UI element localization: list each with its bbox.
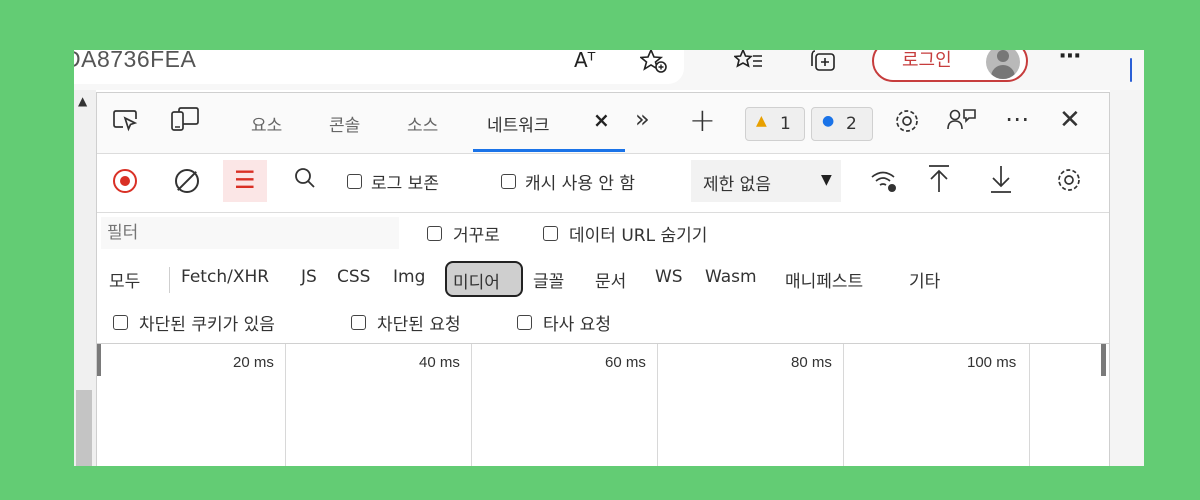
type-filter-manifest[interactable]: 매니페스트 [785,267,863,292]
network-settings-icon[interactable] [1055,166,1083,200]
throttling-select[interactable]: 제한 없음 ▼ [691,160,841,202]
tab-elements[interactable]: 요소 [251,111,282,136]
type-filter-media-label: 미디어 [453,273,500,293]
filter-toggle-button[interactable]: ☰ [223,160,267,202]
throttling-value: 제한 없음 [703,175,771,195]
tab-network[interactable]: 네트워크 [487,111,550,136]
more-tabs-icon[interactable]: » [635,105,650,133]
filter-row: 거꾸로 데이터 URL 숨기기 [97,213,1109,257]
chevron-down-icon: ▼ [821,172,832,188]
login-button[interactable]: 로그인 [872,50,1028,82]
close-tab-icon[interactable]: × [593,108,610,132]
timeline-gridline [843,344,844,466]
hide-data-urls-label: 데이터 URL 숨기기 [569,226,708,246]
type-filter-ws[interactable]: WS [655,267,683,287]
customize-feedback-icon[interactable] [947,107,977,141]
type-filter-all[interactable]: 모두 [109,267,140,292]
export-har-icon[interactable] [989,164,1013,200]
inspect-element-icon[interactable] [113,109,139,139]
tab-sources[interactable]: 소스 [407,111,438,136]
filter-icon: ☰ [234,166,256,194]
preserve-log-checkbox[interactable] [347,174,362,189]
favorites-icon[interactable] [733,50,764,80]
type-filter-wasm[interactable]: Wasm [705,267,757,287]
scroll-up-icon[interactable]: ▲ [78,94,87,108]
preserve-log-label: 로그 보존 [371,174,439,194]
messages-count: 2 [846,114,857,134]
blocked-cookies-label: 차단된 쿠키가 있음 [139,315,275,335]
disable-cache-checkbox[interactable] [501,174,516,189]
timeline-gridline [471,344,472,466]
messages-badge[interactable]: ● 2 [811,107,873,141]
timeline-gridline [1029,344,1030,466]
resource-type-filters: 모두 Fetch/XHR JS CSS Img 미디어 글꼴 문서 WS Was… [97,259,1109,301]
read-aloud-icon[interactable]: Aᵀ [574,50,595,72]
address-bar-row: DA8736FEA Aᵀ 로그인 ⋯ [74,50,1144,90]
timeline-gridline [285,344,286,466]
device-emulation-icon[interactable] [171,107,199,141]
type-filter-font[interactable]: 글꼴 [533,267,564,292]
type-filter-media[interactable]: 미디어 [445,261,523,297]
avatar [986,50,1020,79]
type-filter-css[interactable]: CSS [337,267,370,287]
browser-more-icon[interactable]: ⋯ [1059,50,1081,69]
type-filter-img[interactable]: Img [393,267,425,287]
scrollbar-thumb[interactable] [76,390,92,466]
filter-input[interactable] [101,217,399,249]
timeline-left-handle[interactable] [97,344,101,376]
warnings-count: 1 [780,114,791,134]
third-party-label: 타사 요청 [543,315,611,335]
import-har-icon[interactable] [927,164,951,200]
message-icon: ● [822,113,835,129]
tab-console[interactable]: 콘솔 [329,111,360,136]
blocked-requests-checkbox[interactable] [351,315,366,330]
invert-label: 거꾸로 [453,226,500,246]
browser-window: DA8736FEA Aᵀ 로그인 ⋯ ▲ 요소 콘솔 소스 네트워크 × » +… [74,50,1144,466]
blocked-requests-label: 차단된 요청 [377,315,461,335]
active-tab-indicator [473,149,625,152]
network-conditions-icon[interactable] [869,168,899,200]
type-filter-fetch-xhr[interactable]: Fetch/XHR [181,267,269,287]
timeline-overview[interactable]: 20 ms 40 ms 60 ms 80 ms 100 ms [97,343,1109,466]
favorite-add-icon[interactable] [638,50,668,80]
type-filter-other[interactable]: 기타 [909,267,940,292]
page-scrollbar[interactable]: ▲ [74,90,96,466]
type-filter-doc[interactable]: 문서 [595,267,626,292]
timeline-tick-label: 20 ms [233,354,274,371]
devtools-tabbar: 요소 콘솔 소스 네트워크 × » + ▲ 1 ● 2 ⋯ ✕ [97,93,1109,154]
collections-icon[interactable] [810,50,840,80]
login-label: 로그인 [902,50,952,71]
url-text: DA8736FEA [74,50,197,72]
add-tab-icon[interactable]: + [689,101,716,139]
window-edge-decoration [1130,58,1132,82]
warning-icon: ▲ [756,113,767,129]
invert-checkbox[interactable] [427,226,442,241]
network-toolbar: ☰ 로그 보존 캐시 사용 안 함 제한 없음 ▼ [97,154,1109,213]
warnings-badge[interactable]: ▲ 1 [745,107,805,141]
type-filter-js[interactable]: JS [301,267,317,287]
divider [169,267,170,293]
blocked-cookies-checkbox[interactable] [113,315,128,330]
timeline-tick-label: 80 ms [791,354,832,371]
right-panel-edge [1110,90,1144,466]
timeline-gridline [657,344,658,466]
timeline-tick-label: 40 ms [419,354,460,371]
disable-cache-label: 캐시 사용 안 함 [525,174,636,194]
record-icon[interactable] [113,169,137,193]
settings-icon[interactable] [893,107,921,141]
timeline-right-handle[interactable] [1101,344,1106,376]
clear-log-icon[interactable] [175,169,199,193]
timeline-tick-label: 60 ms [605,354,646,371]
search-icon[interactable] [293,166,317,196]
timeline-tick-label: 100 ms [967,354,1017,371]
devtools-panel: 요소 콘솔 소스 네트워크 × » + ▲ 1 ● 2 ⋯ ✕ ☰ 로그 보존 … [96,92,1110,466]
close-devtools-icon[interactable]: ✕ [1059,105,1081,135]
devtools-more-icon[interactable]: ⋯ [1005,105,1029,133]
hide-data-urls-checkbox[interactable] [543,226,558,241]
request-filters: 차단된 쿠키가 있음 차단된 요청 타사 요청 [97,303,1109,343]
third-party-checkbox[interactable] [517,315,532,330]
